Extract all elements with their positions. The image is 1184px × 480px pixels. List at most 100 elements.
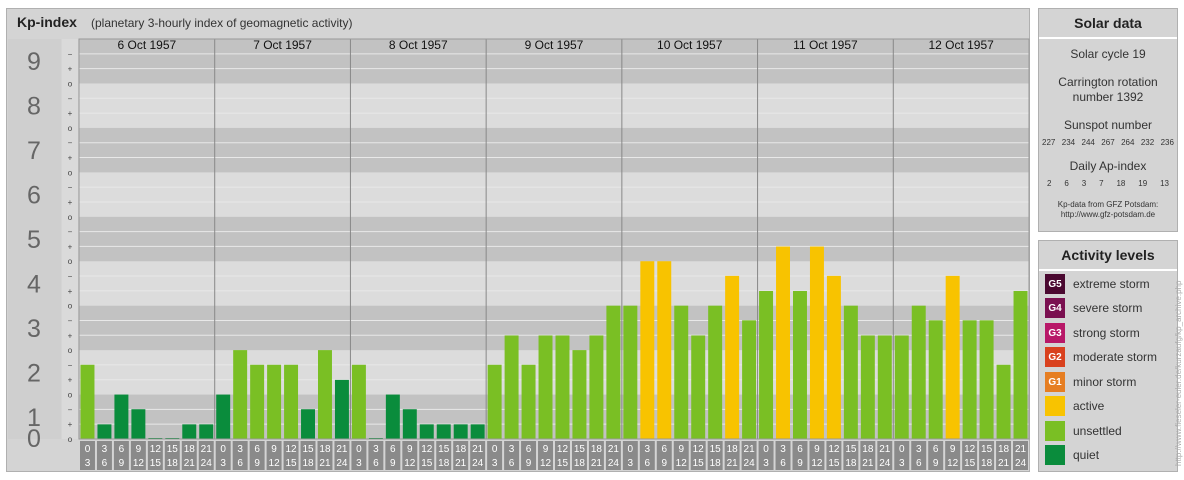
chart-subtitle: (planetary 3-hourly index of geomagnetic…: [91, 16, 353, 30]
kp-bar: [131, 409, 146, 439]
ap-value: 6: [1064, 179, 1069, 188]
y-tick-label: 6: [27, 182, 41, 210]
interval-end-label: 3: [220, 458, 226, 469]
minor-tick-label: +: [68, 109, 73, 118]
interval-end-label: 12: [811, 458, 823, 469]
interval-end-label: 21: [319, 458, 331, 469]
y-tick-label: 9: [27, 48, 41, 76]
y-tick-label: 7: [27, 137, 41, 165]
interval-end-label: 3: [85, 458, 91, 469]
kp-bar: [826, 275, 841, 439]
activity-levels-title: Activity levels: [1039, 241, 1177, 271]
interval-end-label: 24: [1015, 458, 1027, 469]
day-label: 10 Oct 1957: [657, 38, 723, 52]
interval-end-label: 15: [557, 458, 569, 469]
interval-start-label: 0: [220, 444, 226, 455]
minor-tick-label: o: [68, 435, 73, 444]
kp-band: [79, 127, 1029, 173]
kp-band: [79, 172, 1029, 217]
interval-end-label: 21: [455, 458, 467, 469]
kp-bar: [860, 335, 875, 439]
minor-tick-label: o: [68, 257, 73, 266]
interval-start-label: 15: [302, 444, 314, 455]
sunspot-value: 234: [1061, 138, 1076, 147]
kp-bar: [318, 350, 332, 439]
minor-tick-label: −: [68, 361, 73, 370]
interval-end-label: 3: [356, 458, 362, 469]
level-g1: G1 minor storm: [1045, 372, 1136, 392]
interval-start-label: 21: [1015, 444, 1027, 455]
interval-end-label: 15: [150, 458, 162, 469]
minor-tick-label: −: [68, 183, 73, 192]
interval-start-label: 15: [845, 444, 857, 455]
solar-data-title: Solar data: [1039, 9, 1177, 39]
interval-start-label: 21: [336, 444, 348, 455]
interval-end-label: 6: [509, 458, 515, 469]
interval-start-label: 15: [574, 444, 586, 455]
kp-bar: [843, 305, 858, 439]
y-tick-label: 2: [27, 359, 41, 387]
kp-bar: [928, 320, 943, 439]
interval-end-label: 18: [981, 458, 993, 469]
interval-end-label: 24: [744, 458, 756, 469]
interval-end-label: 15: [828, 458, 840, 469]
minor-tick-label: +: [68, 376, 73, 385]
minor-tick-label: +: [68, 242, 73, 251]
minor-tick-label: +: [68, 65, 73, 74]
interval-end-label: 21: [184, 458, 196, 469]
solar-data-panel: Solar data Solar cycle 19 Carrington rot…: [1038, 8, 1178, 232]
level-label: moderate storm: [1073, 350, 1158, 364]
level-label: quiet: [1073, 448, 1100, 462]
interval-end-label: 9: [797, 458, 803, 469]
kp-chart-panel: 0 1 2 3 4 5 6 7 8 9 o + − o + − o + − o + − o + − o + − o + − o + − o + −6 O…: [6, 8, 1030, 472]
interval-end-label: 9: [254, 458, 260, 469]
interval-end-label: 15: [964, 458, 976, 469]
interval-end-label: 15: [421, 458, 433, 469]
kp-bar: [640, 261, 655, 439]
kp-bar: [182, 424, 197, 439]
interval-start-label: 18: [862, 444, 874, 455]
kp-bar: [809, 246, 824, 439]
interval-start-label: 0: [763, 444, 769, 455]
minor-tick-label: o: [68, 346, 73, 355]
interval-start-label: 3: [645, 444, 651, 455]
kp-bar: [996, 364, 1011, 439]
level-swatch: [1045, 396, 1065, 416]
interval-start-label: 6: [933, 444, 939, 455]
kp-bar: [233, 350, 248, 439]
minor-tick-label: o: [68, 213, 73, 222]
kp-bar: [979, 320, 994, 439]
interval-end-label: 3: [628, 458, 634, 469]
ap-value: 3: [1081, 179, 1087, 188]
kp-bar: [962, 320, 977, 439]
level-swatch: G3: [1045, 323, 1065, 343]
interval-end-label: 21: [998, 458, 1010, 469]
interval-start-label: 3: [373, 444, 379, 455]
kp-bar: [657, 261, 672, 439]
kp-bar: [1013, 291, 1028, 439]
kp-bar: [301, 409, 315, 439]
sunspot-value: 227: [1042, 138, 1056, 147]
kp-bar: [470, 424, 485, 439]
interval-end-label: 6: [780, 458, 786, 469]
kp-bar: [97, 424, 112, 439]
interval-end-label: 15: [285, 458, 297, 469]
kp-bar: [793, 291, 807, 439]
interval-start-label: 18: [591, 444, 603, 455]
level-swatch: G5: [1045, 274, 1065, 294]
day-label: 12 Oct 1957: [928, 38, 994, 52]
minor-tick-label: +: [68, 331, 73, 340]
interval-start-label: 6: [390, 444, 396, 455]
carrington-line1: Carrington rotation: [1058, 75, 1158, 89]
interval-end-label: 18: [438, 458, 450, 469]
interval-start-label: 18: [455, 444, 467, 455]
interval-end-label: 12: [404, 458, 416, 469]
kp-bar: [742, 320, 757, 439]
interval-end-label: 3: [763, 458, 769, 469]
interval-start-label: 21: [744, 444, 756, 455]
interval-end-label: 24: [472, 458, 484, 469]
kp-bar: [945, 275, 960, 439]
kp-bar: [80, 364, 95, 439]
minor-tick-label: o: [68, 79, 73, 88]
level-swatch: G2: [1045, 347, 1065, 367]
